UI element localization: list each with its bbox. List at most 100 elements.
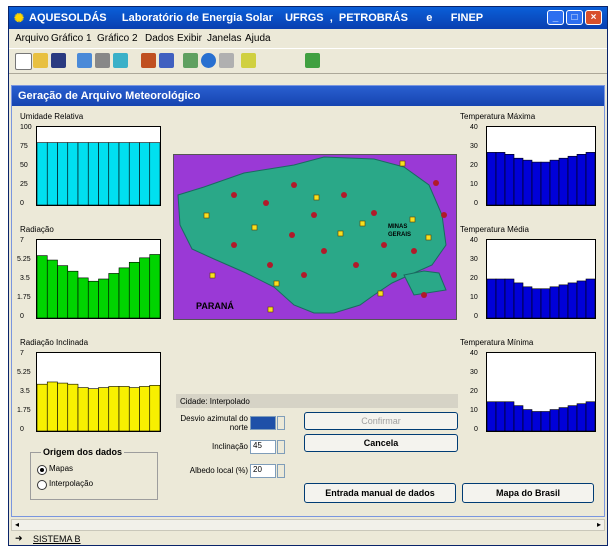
new-icon[interactable] <box>15 53 32 70</box>
radio-mapas-label[interactable]: Mapas <box>49 464 73 473</box>
chart-bar <box>549 409 560 432</box>
tool-1-icon[interactable] <box>77 53 92 68</box>
albedo-label: Albedo local (%) <box>189 466 248 475</box>
temp-media-chart-svg <box>486 278 596 319</box>
chart-bar <box>567 155 578 206</box>
umidade-tick: 0 <box>20 200 24 207</box>
chart-bar <box>585 152 596 206</box>
albedo-spinner[interactable] <box>277 464 285 478</box>
radiacao-title: Radiação <box>20 225 54 234</box>
desvio-spinner[interactable] <box>277 416 285 430</box>
main-window: ✺ AQUESOLDÁS Laboratório de Energia Sola… <box>8 6 608 546</box>
arrow-right-icon: ➜ <box>15 533 23 543</box>
app-sun-icon: ✺ <box>14 11 25 25</box>
temp-media-tick: 20 <box>470 275 478 282</box>
temp-min-tick: 40 <box>470 350 478 357</box>
maximize-button[interactable]: □ <box>566 10 583 25</box>
chart-bar <box>57 142 69 206</box>
chart-bar <box>57 265 69 319</box>
chart-bar <box>549 159 560 206</box>
chart-bar <box>504 278 515 319</box>
chart-bar <box>576 280 587 319</box>
exit-icon[interactable] <box>305 53 320 68</box>
chart-bar <box>522 286 533 319</box>
chart-bar <box>522 409 533 432</box>
temp-min-tick: 0 <box>474 426 478 433</box>
cancela-button[interactable]: Cancela <box>304 434 458 452</box>
title-bar[interactable]: ✺ AQUESOLDÁS Laboratório de Energia Sola… <box>9 7 607 29</box>
radiacao-chart-svg <box>36 254 161 319</box>
chart-bar <box>486 152 497 206</box>
chart-bar <box>139 257 151 319</box>
umidade-chart-svg <box>36 142 161 206</box>
radiacao-tick: 7 <box>20 237 24 244</box>
menu-exibir[interactable]: Exibir <box>177 33 202 44</box>
state-map[interactable]: PARANÁ MINAS GERAIS <box>173 154 457 320</box>
albedo-input[interactable]: 20 <box>250 464 276 478</box>
chart-bar <box>531 161 542 206</box>
tool-8-icon[interactable] <box>241 53 256 68</box>
chart-bar <box>77 142 89 206</box>
radiacao-tick: 3.5 <box>20 275 30 282</box>
menu-dados[interactable]: Dados <box>145 33 174 44</box>
radiacao-inclinada-tick: 3.5 <box>20 388 30 395</box>
menu-grafico-2[interactable]: Gráfico 2 <box>97 33 138 44</box>
globe-icon[interactable] <box>201 53 216 68</box>
menu-janelas[interactable]: Janelas <box>207 33 241 44</box>
tool-7-icon[interactable] <box>219 53 234 68</box>
temp-min-title: Temperatura Mínima <box>460 338 534 347</box>
chart-bar <box>36 383 48 432</box>
chart-bar <box>98 278 110 319</box>
chart-bar <box>118 386 130 432</box>
cidade-bar: Cidade: Interpolado <box>176 394 458 408</box>
desvio-input[interactable] <box>250 416 276 430</box>
chart-bar <box>149 142 161 206</box>
chart-bar <box>567 405 578 432</box>
chart-bar <box>98 142 110 206</box>
tool-6-icon[interactable] <box>183 53 198 68</box>
radiacao-inclinada-tick: 1.75 <box>17 407 31 414</box>
radio-interpolacao-label[interactable]: Interpolação <box>49 479 93 488</box>
chart-bar <box>486 401 497 432</box>
menu-grafico-1[interactable]: Gráfico 1 <box>51 33 92 44</box>
chart-bar <box>67 270 79 319</box>
radiacao-chart <box>36 239 161 319</box>
scroll-right-icon[interactable]: ▸ <box>597 520 601 529</box>
confirmar-button[interactable]: Confirmar <box>304 412 458 430</box>
chart-bar <box>522 159 533 206</box>
origem-title: Origem dos dados <box>41 447 125 457</box>
chart-bar <box>585 401 596 432</box>
chart-bar <box>149 385 161 432</box>
chart-bar <box>46 142 58 206</box>
radiacao-inclinada-tick: 5.25 <box>17 369 31 376</box>
inclinacao-input[interactable]: 45 <box>250 440 276 454</box>
radio-mapas[interactable] <box>37 465 47 475</box>
scroll-left-icon[interactable]: ◂ <box>15 520 19 529</box>
chart-bar <box>531 411 542 432</box>
chart-bar <box>585 278 596 319</box>
umidade-tick: 50 <box>20 162 28 169</box>
radiacao-inclinada-tick: 0 <box>20 426 24 433</box>
menu-ajuda[interactable]: Ajuda <box>245 33 271 44</box>
chart-bar <box>139 386 151 432</box>
tool-3-icon[interactable] <box>113 53 128 68</box>
save-icon[interactable] <box>51 53 66 68</box>
temp-max-tick: 0 <box>474 200 478 207</box>
horizontal-scrollbar[interactable]: ◂ ▸ <box>11 519 605 531</box>
temp-max-title: Temperatura Máxima <box>460 112 536 121</box>
mapa-brasil-button[interactable]: Mapa do Brasil <box>462 483 594 503</box>
chart-bar <box>57 382 69 432</box>
tool-5-icon[interactable] <box>159 53 174 68</box>
status-text[interactable]: SISTEMA B <box>33 534 81 544</box>
entrada-manual-button[interactable]: Entrada manual de dados <box>304 483 456 503</box>
open-icon[interactable] <box>33 53 48 68</box>
minimize-button[interactable]: _ <box>547 10 564 25</box>
tool-2-icon[interactable] <box>95 53 110 68</box>
radiacao-inclinada-chart-svg <box>36 381 161 432</box>
menu-arquivo[interactable]: Arquivo <box>15 33 49 44</box>
close-button[interactable]: × <box>585 10 602 25</box>
radio-interpolacao[interactable] <box>37 480 47 490</box>
chart-bar <box>576 153 587 206</box>
tool-4-icon[interactable] <box>141 53 156 68</box>
inclinacao-spinner[interactable] <box>277 440 285 454</box>
